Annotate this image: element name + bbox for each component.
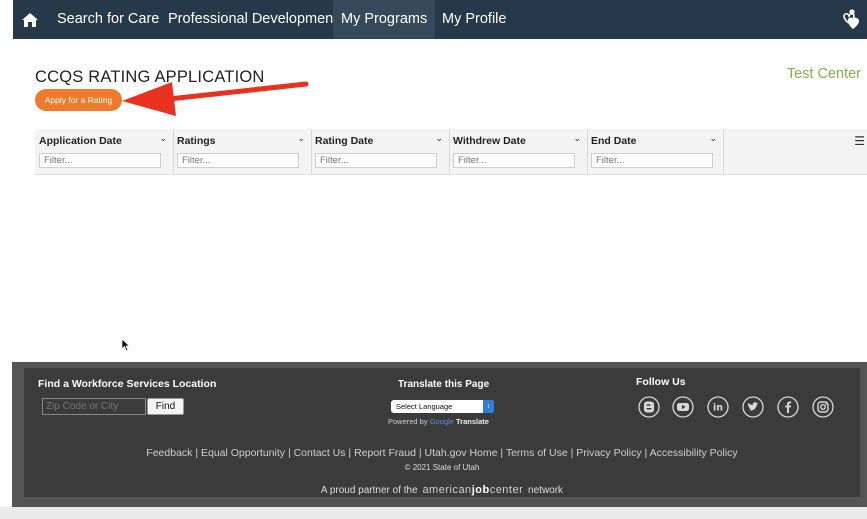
column-header[interactable]: Withdrew Date	[453, 135, 526, 147]
chevron-down-icon[interactable]: ⌄	[297, 133, 305, 144]
ajc-american: american	[422, 484, 472, 496]
nav-search-for-care[interactable]: Search for Care	[49, 0, 167, 39]
home-button[interactable]	[13, 0, 47, 39]
column-application-date: Application Date ⌄	[35, 129, 174, 174]
center-name[interactable]: Test Center	[787, 66, 861, 82]
svg-text:in: in	[713, 403, 723, 414]
red-arrow-annotation	[122, 81, 309, 116]
find-button[interactable]: Find	[147, 398, 184, 415]
american-job-center-logo[interactable]: americanjobcenter	[422, 484, 523, 496]
powered-by-label: Powered by	[388, 417, 428, 426]
filter-input[interactable]	[177, 153, 299, 168]
chevron-down-icon[interactable]: ⌄	[159, 133, 167, 144]
facebook-icon[interactable]	[777, 396, 799, 418]
partner-prefix: A proud partner of the	[320, 485, 418, 496]
chevron-down-icon[interactable]: ⌄	[709, 133, 717, 144]
nav-my-programs[interactable]: My Programs	[333, 0, 436, 39]
filter-input[interactable]	[591, 153, 713, 168]
chevron-down-icon[interactable]: ⌄	[435, 133, 443, 144]
filter-input[interactable]	[453, 153, 575, 168]
select-caret-icon: ↕	[483, 400, 494, 413]
translate-title: Translate this Page	[398, 379, 490, 390]
footer: Find a Workforce Services Location Find …	[24, 368, 860, 497]
column-withdrew-date: Withdrew Date ⌄	[449, 129, 588, 174]
filter-input[interactable]	[39, 153, 161, 168]
nav-professional-development[interactable]: Professional Development	[160, 0, 345, 39]
filter-input[interactable]	[315, 153, 437, 168]
translate-label: Translate	[455, 417, 489, 426]
column-header[interactable]: Rating Date	[315, 135, 373, 147]
mouse-cursor-icon	[121, 338, 131, 352]
apply-for-rating-button[interactable]: Apply for a Rating	[35, 89, 122, 111]
follow-us-title: Follow Us	[636, 376, 686, 388]
blogger-icon[interactable]	[638, 396, 660, 418]
chevron-down-icon[interactable]: ⌄	[573, 133, 581, 144]
page-bottom-strip	[0, 507, 867, 519]
ajc-center: center	[489, 484, 524, 496]
footer-links[interactable]: Feedback | Equal Opportunity | Contact U…	[24, 447, 860, 459]
top-navigation: Search for Care Professional Development…	[13, 0, 867, 39]
instagram-icon[interactable]	[812, 396, 834, 418]
powered-by-google-translate: Powered by Google Translate	[388, 417, 489, 426]
workforce-location-title: Find a Workforce Services Location	[38, 378, 217, 390]
youtube-icon[interactable]	[672, 396, 694, 418]
column-end-date: End Date ⌄	[587, 129, 724, 174]
column-header[interactable]: Ratings	[177, 135, 216, 147]
zip-code-input[interactable]	[42, 398, 146, 415]
linkedin-icon[interactable]: in	[707, 396, 729, 418]
nav-my-profile[interactable]: My Profile	[434, 0, 514, 39]
column-ratings: Ratings ⌄	[173, 129, 312, 174]
partner-suffix: network	[528, 485, 564, 496]
applications-grid: Application Date ⌄ Ratings ⌄ Rating Date…	[35, 129, 867, 175]
partner-line: A proud partner of the americanjobcenter…	[24, 484, 860, 496]
ajc-job: job	[471, 484, 490, 496]
brand-logo-icon[interactable]	[841, 8, 863, 32]
hamburger-menu-icon[interactable]: ☰	[854, 134, 865, 148]
google-label: Google	[429, 417, 454, 426]
column-header[interactable]: End Date	[591, 135, 637, 147]
column-header[interactable]: Application Date	[39, 135, 122, 147]
column-rating-date: Rating Date ⌄	[311, 129, 450, 174]
twitter-icon[interactable]	[742, 396, 764, 418]
language-select-label: Select Language	[396, 402, 453, 411]
home-icon	[22, 12, 38, 27]
copyright: © 2021 State of Utah	[404, 463, 480, 472]
language-select[interactable]: Select Language ↕	[391, 400, 494, 413]
